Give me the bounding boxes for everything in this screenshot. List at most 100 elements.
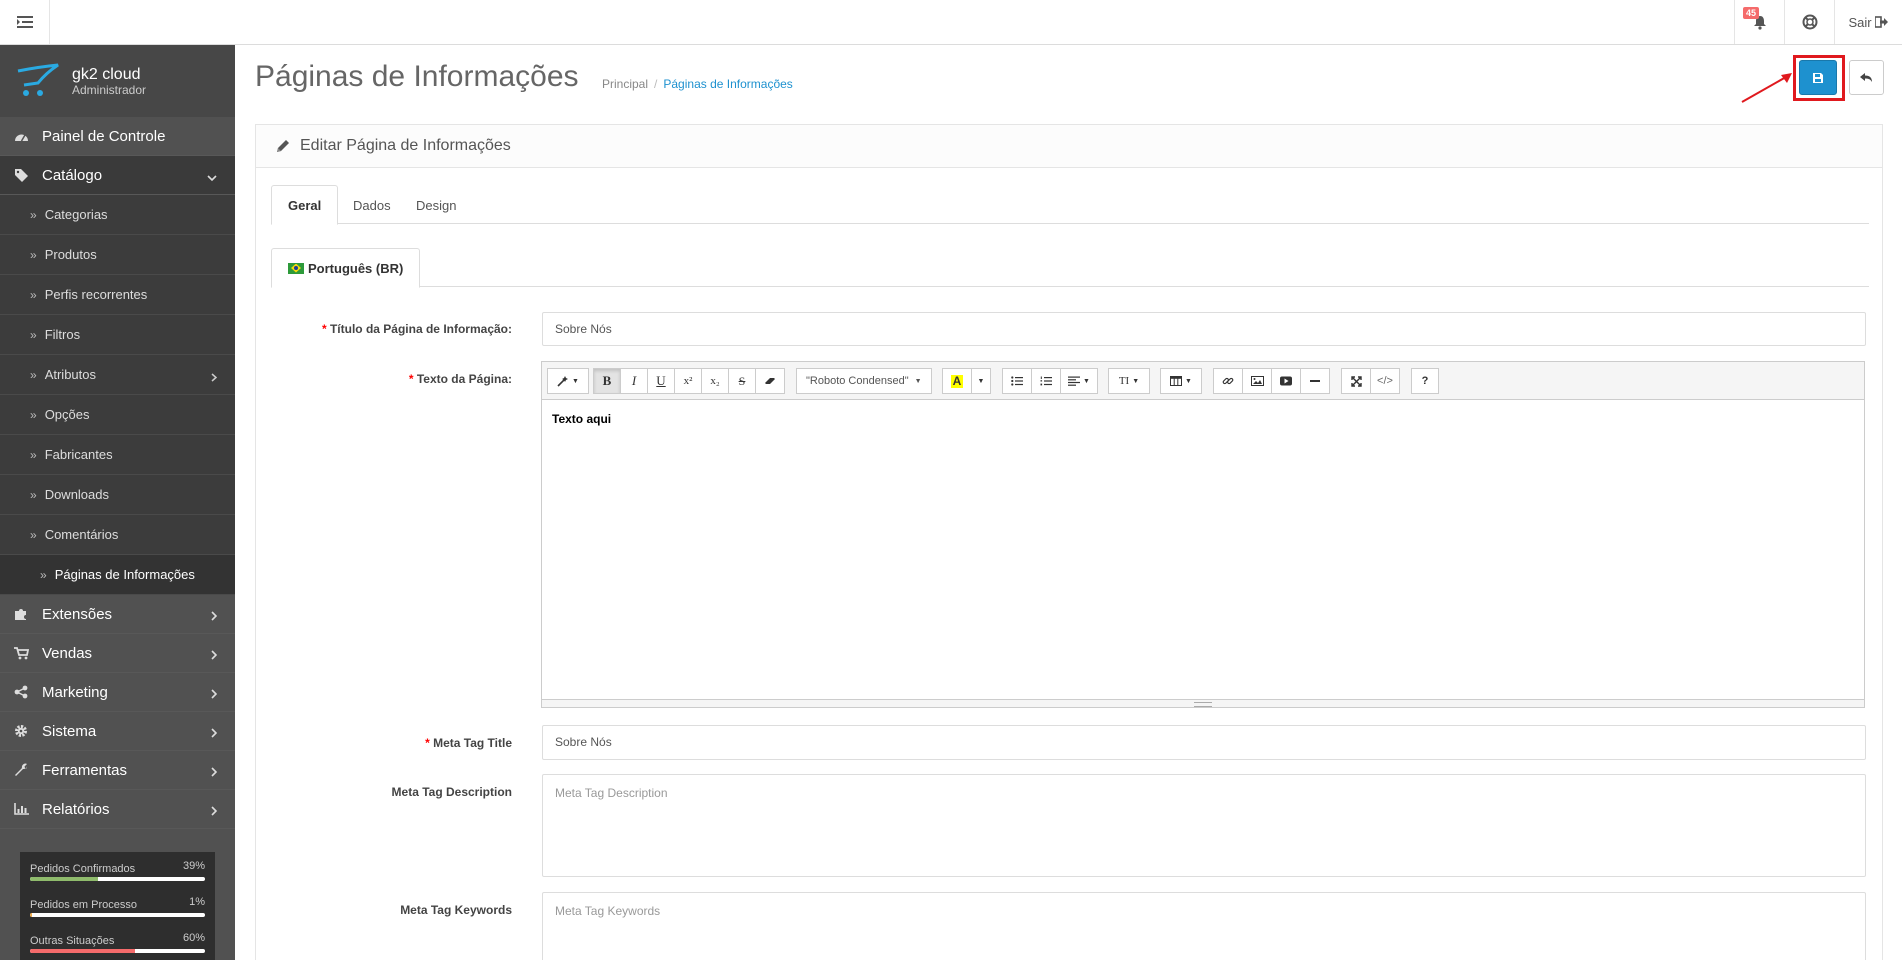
sidebar-item-reviews[interactable]: » Comentários bbox=[0, 515, 235, 555]
meta-title-input[interactable]: Sobre Nós bbox=[542, 725, 1866, 760]
strikethrough-button[interactable]: S bbox=[728, 368, 756, 394]
underline-button[interactable]: U bbox=[647, 368, 675, 394]
line-height-dropdown[interactable]: TI ▼ bbox=[1108, 368, 1150, 394]
code-view-button[interactable]: </> bbox=[1370, 368, 1400, 394]
chevron-right-icon bbox=[211, 608, 218, 625]
image-button[interactable] bbox=[1242, 368, 1272, 394]
question-icon: ? bbox=[1421, 375, 1429, 387]
table-dropdown[interactable]: ▼ bbox=[1160, 368, 1202, 394]
bold-button[interactable]: B bbox=[593, 368, 621, 394]
video-button[interactable] bbox=[1271, 368, 1301, 394]
tab-general[interactable]: Geral bbox=[271, 185, 339, 225]
sidebar-item-attributes[interactable]: » Atributos bbox=[0, 355, 235, 395]
meta-description-textarea[interactable]: Meta Tag Description bbox=[542, 774, 1866, 877]
tab-data[interactable]: Dados bbox=[337, 185, 407, 225]
help-editor-button[interactable]: ? bbox=[1411, 368, 1439, 394]
stat-bar bbox=[30, 949, 205, 953]
sidebar-item-filters[interactable]: » Filtros bbox=[0, 315, 235, 355]
nav-item-system[interactable]: Sistema bbox=[0, 712, 235, 751]
pencil-icon bbox=[277, 140, 289, 152]
nav-label: Painel de Controle bbox=[42, 127, 166, 145]
breadcrumb-home[interactable]: Principal bbox=[602, 77, 648, 91]
stat-processing: Pedidos em Processo 1% bbox=[30, 896, 205, 932]
double-chevron-icon: » bbox=[40, 567, 47, 582]
numbered-list-button[interactable] bbox=[1031, 368, 1061, 394]
nav-label: Relatórios bbox=[42, 800, 110, 818]
meta-title-label: * Meta Tag Title bbox=[425, 736, 512, 750]
magic-wand-icon bbox=[557, 376, 569, 387]
italic-button[interactable]: I bbox=[620, 368, 648, 394]
double-chevron-icon: » bbox=[30, 247, 37, 262]
nav-item-sales[interactable]: Vendas bbox=[0, 634, 235, 673]
double-chevron-icon: » bbox=[30, 447, 37, 462]
stat-percent: 39% bbox=[182, 860, 205, 872]
sidebar-item-recurring[interactable]: » Perfis recorrentes bbox=[0, 275, 235, 315]
help-button[interactable] bbox=[1784, 0, 1834, 44]
back-button[interactable] bbox=[1849, 60, 1884, 95]
sidebar-item-downloads[interactable]: » Downloads bbox=[0, 475, 235, 515]
superscript-button[interactable]: x² bbox=[674, 368, 702, 394]
fullscreen-button[interactable] bbox=[1341, 368, 1371, 394]
double-chevron-icon: » bbox=[30, 487, 37, 502]
wrench-icon bbox=[14, 763, 42, 777]
tab-language-pt-br[interactable]: Português (BR) bbox=[271, 248, 421, 288]
nav-item-tools[interactable]: Ferramentas bbox=[0, 751, 235, 790]
sidebar-item-products[interactable]: » Produtos bbox=[0, 235, 235, 275]
profile[interactable]: gk2 cloud Administrador bbox=[0, 45, 235, 117]
profile-role: Administrador bbox=[72, 82, 147, 97]
meta-keywords-label: Meta Tag Keywords bbox=[400, 903, 512, 917]
sub-label: Comentários bbox=[44, 527, 119, 542]
style-dropdown[interactable]: ▼ bbox=[547, 368, 589, 394]
nav-item-extensions[interactable]: Extensões bbox=[0, 595, 235, 634]
double-chevron-icon: » bbox=[30, 367, 37, 382]
breadcrumb-current[interactable]: Páginas de Informações bbox=[663, 77, 792, 91]
subscript-button[interactable]: x₂ bbox=[701, 368, 729, 394]
sub-label: Opções bbox=[44, 407, 90, 422]
chevron-right-icon bbox=[211, 370, 218, 385]
bullet-list-button[interactable] bbox=[1002, 368, 1032, 394]
editor-resize-handle[interactable] bbox=[542, 699, 1864, 707]
puzzle-icon bbox=[14, 607, 42, 621]
meta-keywords-textarea[interactable]: Meta Tag Keywords bbox=[542, 892, 1866, 960]
italic-icon: I bbox=[631, 373, 637, 388]
link-icon bbox=[1222, 377, 1234, 385]
chevron-right-icon bbox=[211, 686, 218, 703]
sidebar-item-manufacturers[interactable]: » Fabricantes bbox=[0, 435, 235, 475]
double-chevron-icon: » bbox=[30, 327, 37, 342]
nav-item-dashboard[interactable]: Painel de Controle bbox=[0, 117, 235, 156]
superscript-icon: x² bbox=[683, 375, 693, 387]
font-family-dropdown[interactable]: "Roboto Condensed" ▼ bbox=[796, 368, 932, 394]
font-color-icon: A bbox=[950, 373, 964, 388]
editor-content[interactable]: Texto aqui bbox=[542, 400, 1864, 700]
dashboard-icon bbox=[14, 130, 42, 142]
nav-item-marketing[interactable]: Marketing bbox=[0, 673, 235, 712]
reply-icon bbox=[1860, 73, 1872, 82]
nav-item-catalog[interactable]: Catálogo bbox=[0, 156, 235, 195]
sub-label: Produtos bbox=[44, 247, 97, 262]
chevron-right-icon bbox=[211, 764, 218, 781]
unordered-list-icon bbox=[1011, 376, 1023, 386]
sub-label: Páginas de Informações bbox=[54, 567, 195, 582]
text-color-button[interactable]: A bbox=[942, 368, 972, 394]
double-chevron-icon: » bbox=[30, 527, 37, 542]
nav-item-reports[interactable]: Relatórios bbox=[0, 790, 235, 829]
stat-bar-fill bbox=[30, 949, 135, 953]
paragraph-align-dropdown[interactable]: ▼ bbox=[1060, 368, 1098, 394]
stat-bar-fill bbox=[30, 913, 32, 917]
horizontal-rule-button[interactable] bbox=[1300, 368, 1330, 394]
save-button[interactable] bbox=[1799, 60, 1837, 95]
link-button[interactable] bbox=[1213, 368, 1243, 394]
notifications-button[interactable]: 45 bbox=[1734, 0, 1784, 44]
tab-design[interactable]: Design bbox=[400, 185, 472, 225]
title-input[interactable]: Sobre Nós bbox=[542, 312, 1866, 346]
stat-label: Pedidos em Processo bbox=[30, 899, 137, 911]
menu-toggle-button[interactable] bbox=[0, 0, 50, 44]
sidebar-item-information[interactable]: » Páginas de Informações bbox=[0, 555, 235, 595]
sidebar-item-options[interactable]: » Opções bbox=[0, 395, 235, 435]
logout-button[interactable]: Sair bbox=[1834, 0, 1902, 44]
clear-format-button[interactable] bbox=[755, 368, 785, 394]
stat-label: Outras Situações bbox=[30, 935, 115, 947]
nav-label: Catálogo bbox=[42, 166, 103, 184]
text-color-dropdown[interactable]: ▼ bbox=[971, 368, 991, 394]
sidebar-item-categories[interactable]: » Categorias bbox=[0, 195, 235, 235]
